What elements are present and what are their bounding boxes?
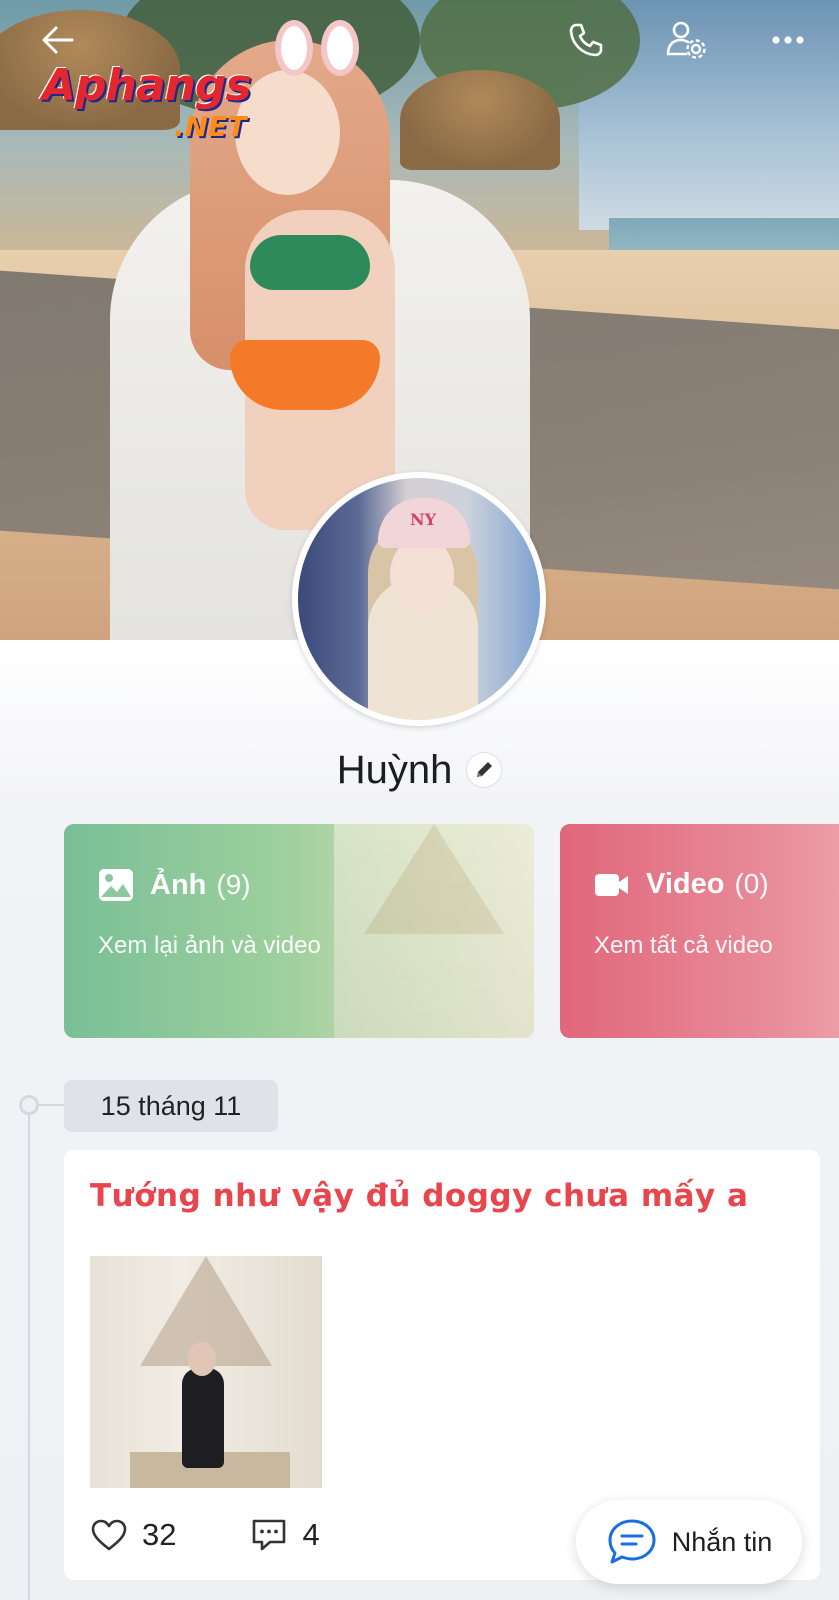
videos-card-subtitle: Xem tất cả video	[594, 932, 773, 959]
comment-count: 4	[302, 1517, 320, 1552]
top-bar	[0, 0, 839, 80]
videos-count: (0)	[734, 868, 769, 899]
watermark-sub: .NET	[174, 110, 247, 143]
profile-name-row: Huỳnh	[0, 742, 839, 798]
like-button[interactable]: 32	[90, 1517, 176, 1553]
heart-icon	[91, 1519, 127, 1551]
photos-card-subtitle: Xem lại ảnh và video	[98, 932, 321, 959]
more-horizontal-icon	[772, 36, 804, 44]
video-camera-icon	[595, 873, 628, 896]
post-text: Tướng như vậy đủ doggy chưa mấy a	[90, 1178, 749, 1214]
photos-card-title: Ảnh (9)	[150, 868, 251, 901]
arrow-left-icon	[42, 26, 74, 54]
timeline-dot	[19, 1095, 39, 1115]
avatar[interactable]	[292, 472, 546, 726]
user-settings-icon	[666, 21, 706, 59]
date-chip: 15 tháng 11	[64, 1080, 278, 1132]
timeline-connector	[38, 1104, 64, 1106]
like-count: 32	[142, 1517, 177, 1552]
call-button[interactable]	[560, 14, 612, 66]
photos-card[interactable]: Ảnh (9) Xem lại ảnh và video	[64, 824, 534, 1038]
image-icon	[99, 869, 133, 901]
chat-bubble-icon	[608, 1519, 656, 1564]
more-button[interactable]	[762, 14, 814, 66]
videos-card-header: Video (0)	[594, 868, 769, 901]
post-image[interactable]	[90, 1256, 322, 1488]
comment-icon	[253, 1519, 286, 1551]
pencil-icon	[477, 762, 493, 777]
comment-button[interactable]: 4	[250, 1517, 320, 1553]
avatar-image	[298, 478, 540, 720]
message-button[interactable]: Nhắn tin	[576, 1500, 802, 1584]
profile-settings-button[interactable]	[660, 14, 712, 66]
post-actions: 32 4	[90, 1510, 320, 1560]
photos-count: (9)	[216, 868, 251, 900]
back-button[interactable]	[32, 14, 84, 66]
edit-name-button[interactable]	[466, 752, 503, 788]
message-button-label: Nhắn tin	[671, 1526, 773, 1557]
videos-card[interactable]: Video (0) Xem tất cả video	[560, 824, 839, 1038]
videos-card-title: Video (0)	[646, 868, 769, 900]
photos-card-header: Ảnh (9)	[98, 868, 251, 902]
timeline-line	[28, 1104, 30, 1600]
phone-icon	[569, 23, 603, 57]
profile-name: Huỳnh	[336, 747, 453, 792]
photos-card-thumbnail	[334, 824, 534, 1038]
